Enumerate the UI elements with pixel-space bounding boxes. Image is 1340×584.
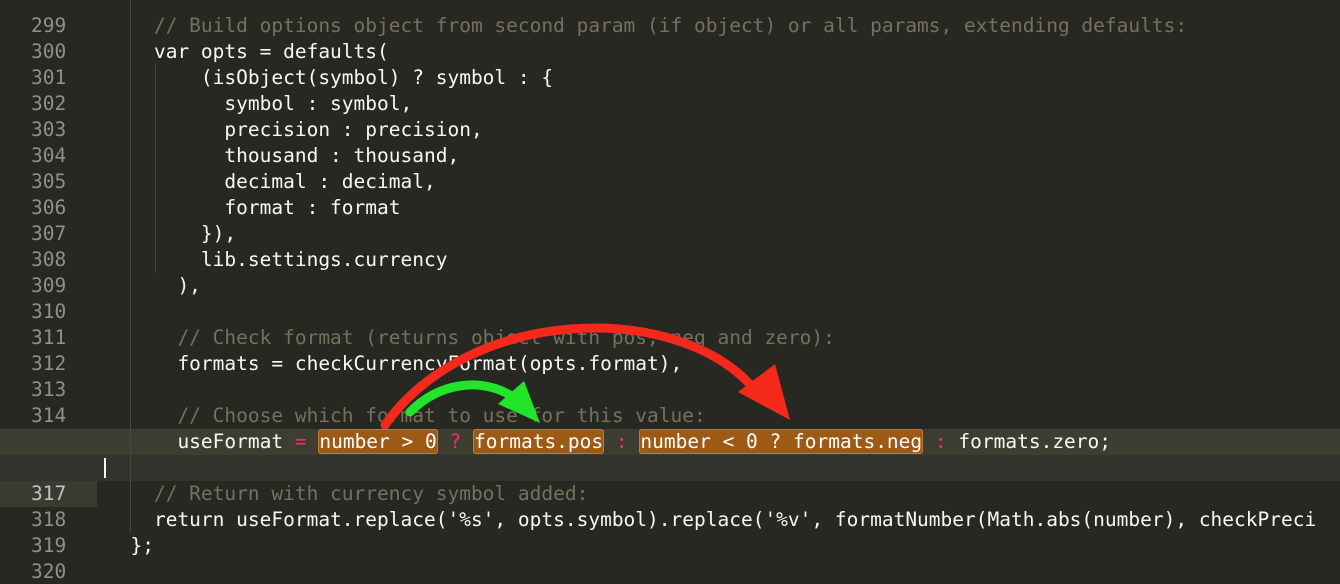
line-code[interactable]: decimal : decimal, <box>107 169 435 195</box>
line-code[interactable]: // Return with currency symbol added: <box>107 481 588 507</box>
code-line[interactable]: 311 <box>0 299 1340 349</box>
code-line[interactable]: 302 (isObject(symbol) ? symbol : { <box>0 65 1340 115</box>
indent-guide <box>155 65 156 273</box>
line-code[interactable]: thousand : thousand, <box>107 143 459 169</box>
line-code[interactable]: (isObject(symbol) ? symbol : { <box>107 65 553 91</box>
indent-guide <box>130 0 131 533</box>
code-line[interactable]: 313 formats = checkCurrencyFormat(opts.f… <box>0 351 1340 401</box>
line-code[interactable]: // Check format (returns object with pos… <box>107 325 835 351</box>
code-line[interactable]: 303 symbol : symbol, <box>0 91 1340 141</box>
line-code[interactable]: useFormat = number > 0 ? formats.pos : n… <box>107 429 1111 455</box>
line-code[interactable]: ), <box>107 273 200 299</box>
line-code[interactable]: symbol : symbol, <box>107 91 412 117</box>
highlight-formats-pos: formats.pos <box>473 429 605 454</box>
line-code[interactable]: // Choose which format to use for this v… <box>107 403 706 429</box>
line-code[interactable]: }), <box>107 221 236 247</box>
code-line[interactable]: 314 <box>0 377 1340 427</box>
operator: = <box>294 430 307 453</box>
code-line[interactable]: 307 format : format <box>0 195 1340 245</box>
code-line[interactable]: 301 var opts = defaults( <box>0 39 1340 89</box>
operator: ? <box>449 430 462 453</box>
code-line[interactable]: 299 <box>0 0 1340 37</box>
code-line[interactable]: 319 return useFormat.replace('%s', opts.… <box>0 507 1340 557</box>
line-code[interactable]: lib.settings.currency <box>107 247 448 273</box>
code-line[interactable]: 312 // Check format (returns object with… <box>0 325 1340 375</box>
line-code[interactable]: // Build options object from second para… <box>107 13 1187 39</box>
code-line[interactable]: 310 ), <box>0 273 1340 323</box>
comment-text: // Check format (returns object with pos… <box>107 326 835 349</box>
code-line[interactable]: 315 // Choose which format to use for th… <box>0 403 1340 453</box>
code-line[interactable]: 306 decimal : decimal, <box>0 169 1340 219</box>
code-line[interactable]: 308 }), <box>0 221 1340 271</box>
code-line[interactable]: 320 }; <box>0 533 1340 583</box>
comment-text: // Build options object from second para… <box>107 14 1188 37</box>
code-indent: useFormat <box>107 430 295 453</box>
code-line[interactable]: 304 precision : precision, <box>0 117 1340 167</box>
code-line[interactable]: 305 thousand : thousand, <box>0 143 1340 193</box>
highlight-condition-positive: number > 0 <box>318 429 438 454</box>
code-line[interactable]: 321 <box>0 559 1340 584</box>
code-line[interactable]: 317 <box>0 455 1340 507</box>
line-code[interactable]: precision : precision, <box>107 117 482 143</box>
code-line-active[interactable]: 316 useFormat = number > 0 ? formats.pos… <box>0 429 1340 481</box>
line-code[interactable]: return useFormat.replace('%s', opts.symb… <box>107 507 1316 533</box>
line-code[interactable]: }; <box>107 533 154 559</box>
code-line[interactable]: 300 // Build options object from second … <box>0 13 1340 63</box>
line-code[interactable]: formats = checkCurrencyFormat(opts.forma… <box>107 351 682 377</box>
line-code[interactable]: format : format <box>107 195 400 221</box>
operator: : <box>615 430 628 453</box>
line-code[interactable]: var opts = defaults( <box>107 39 389 65</box>
text-caret <box>104 458 106 478</box>
code-line[interactable]: 318 // Return with currency symbol added… <box>0 481 1340 531</box>
comment-text: // Return with currency symbol added: <box>107 482 589 505</box>
highlight-negative-branch: number < 0 ? formats.neg <box>639 429 924 454</box>
code-line[interactable]: 309 lib.settings.currency <box>0 247 1340 297</box>
comment-text: // Choose which format to use for this v… <box>107 404 706 427</box>
code-editor[interactable]: 299 300 // Build options object from sec… <box>0 0 1340 584</box>
operator: : <box>934 430 947 453</box>
